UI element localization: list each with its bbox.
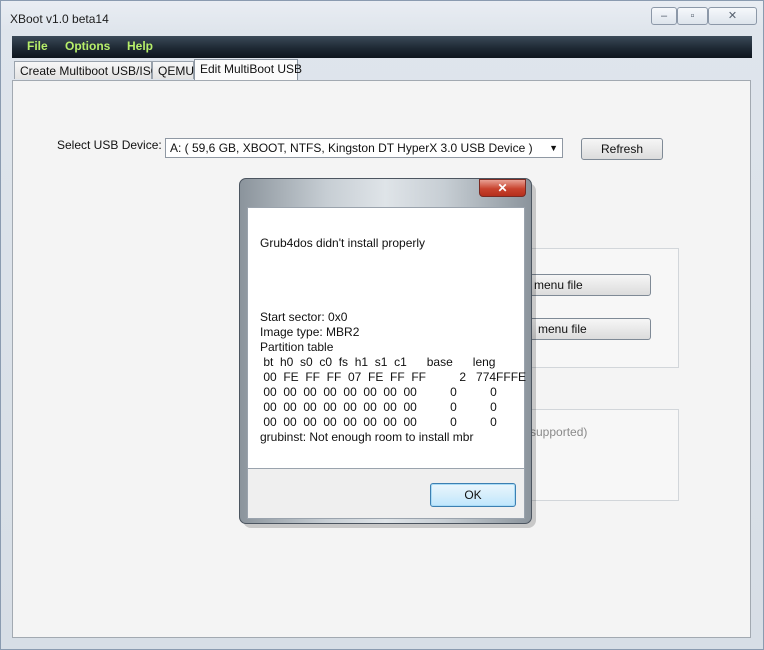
open-menu-file-label: menu file [538, 322, 587, 336]
usb-device-value: A: ( 59,6 GB, XBOOT, NTFS, Kingston DT H… [170, 141, 533, 155]
dialog-close-button[interactable]: ✕ [479, 179, 526, 197]
close-icon: ✕ [497, 181, 508, 195]
tab-qemu[interactable]: QEMU [152, 61, 194, 79]
select-device-label: Select USB Device: [57, 138, 162, 152]
partition-table-header: bt h0 s0 c0 fs h1 s1 c1 base leng [260, 355, 496, 369]
window-title: XBoot v1.0 beta14 [10, 12, 109, 26]
maximize-icon: ▫ [690, 10, 695, 22]
edit-menu-file-label: menu file [534, 278, 583, 292]
window-close-button[interactable]: ✕ [708, 7, 757, 25]
usb-device-select[interactable]: A: ( 59,6 GB, XBOOT, NTFS, Kingston DT H… [165, 138, 563, 158]
support-note: supported) [530, 425, 588, 439]
message-line: Start sector: 0x0 [260, 310, 348, 324]
tab-create-multiboot[interactable]: Create Multiboot USB/ISO [14, 61, 160, 79]
menu-help[interactable]: Help [127, 39, 153, 53]
tab-strip: Create Multiboot USB/ISO QEMU Edit Multi… [12, 59, 752, 81]
dialog-heading: Grub4dos didn't install properly [260, 236, 426, 250]
minimize-button[interactable]: – [651, 7, 677, 25]
partition-table-row: 00 00 00 00 00 00 00 00 0 0 [260, 385, 497, 399]
maximize-button[interactable]: ▫ [677, 7, 708, 25]
message-line: Partition table [260, 340, 334, 354]
chevron-down-icon: ▼ [549, 143, 558, 153]
partition-table-row: 00 00 00 00 00 00 00 00 0 0 [260, 415, 497, 429]
dialog-message-area: Grub4dos didn't install properly Start s… [247, 207, 527, 469]
message-line: Image type: MBR2 [260, 325, 360, 339]
menu-file[interactable]: File [27, 39, 48, 53]
ok-button[interactable]: OK [430, 483, 516, 507]
menu-options[interactable]: Options [65, 39, 110, 53]
partition-table-row: 00 00 00 00 00 00 00 00 0 0 [260, 400, 497, 414]
refresh-button[interactable]: Refresh [581, 138, 663, 160]
minimize-icon: – [660, 10, 668, 22]
menu-bar: File Options Help [12, 36, 752, 58]
tab-edit-multiboot[interactable]: Edit MultiBoot USB [194, 59, 302, 81]
partition-table-row: 00 FE FF FF 07 FE FF FF 2 774FFFE [260, 370, 527, 384]
close-icon: ✕ [727, 10, 738, 22]
message-line: grubinst: Not enough room to install mbr [260, 430, 474, 444]
